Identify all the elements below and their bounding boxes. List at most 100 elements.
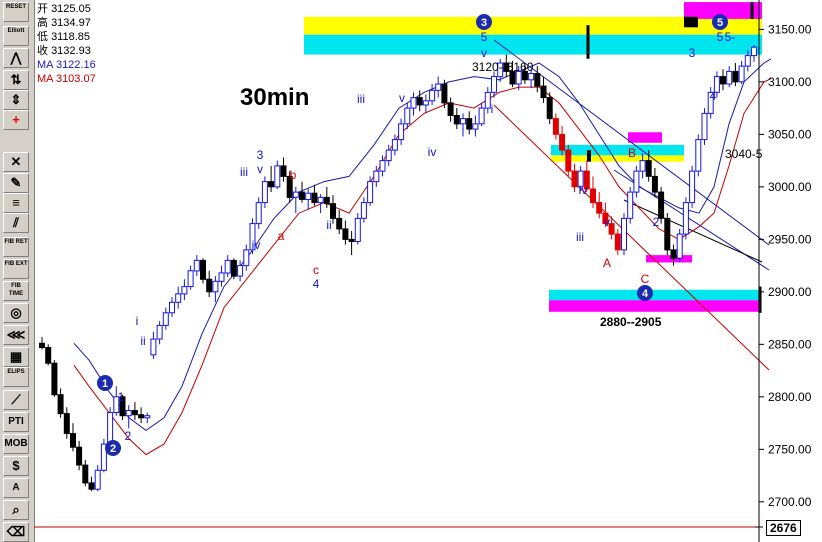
- wave-label: b: [290, 168, 297, 182]
- wave-label: 3: [257, 148, 264, 162]
- candle-up: [404, 107, 411, 125]
- wave-tool-button[interactable]: ⋀: [3, 48, 29, 68]
- wave-label: 4: [313, 277, 320, 291]
- fib-time-tool-button[interactable]: FIB TIME: [3, 281, 29, 301]
- last-price-label: 2676: [766, 520, 801, 536]
- candle-up: [367, 181, 374, 204]
- candle-up: [435, 83, 442, 91]
- candle-down: [268, 181, 275, 188]
- pti-tool-button[interactable]: PTI: [3, 412, 29, 432]
- candle-up: [627, 191, 634, 219]
- y-tick-label: 3050.00: [768, 127, 812, 141]
- candle-up: [218, 272, 225, 282]
- grid-icon: ▦: [9, 349, 23, 364]
- diagonal-tool-button[interactable]: ⟋: [3, 390, 29, 410]
- scale-tool-button[interactable]: ⇕: [3, 90, 29, 110]
- candle-up: [491, 76, 497, 93]
- wave-label: 5-: [725, 30, 736, 44]
- candle-down: [311, 192, 318, 204]
- candle-up: [478, 107, 485, 125]
- open-value: 3125.05: [51, 3, 91, 15]
- fan-tool-button[interactable]: ⋘: [3, 325, 29, 345]
- high-value: 3134.97: [51, 17, 91, 29]
- wave-label: ii: [326, 218, 331, 232]
- parallel-lines-tool-button[interactable]: ≡: [3, 193, 29, 213]
- arrows-tool-button[interactable]: ⇅: [3, 70, 29, 90]
- ellipse-tool-button[interactable]: ELIPS: [3, 367, 29, 387]
- fib-time-icon: FIB TIME: [8, 283, 24, 297]
- wave-label: ii: [140, 334, 145, 348]
- pti-icon: PTI: [8, 416, 24, 427]
- chart-title: 30min: [240, 84, 310, 111]
- wave-label: 1: [118, 390, 125, 404]
- elliott-tool-button[interactable]: Elliott: [3, 26, 29, 46]
- wave-label: iii: [240, 165, 248, 179]
- candle-down: [658, 191, 665, 219]
- eraser-tool-button[interactable]: ⌫: [3, 522, 29, 542]
- candle-up: [744, 55, 751, 67]
- fib-ret-tool-button[interactable]: FIB RET: [3, 237, 29, 257]
- wave-label: i: [136, 314, 139, 328]
- wave-label: 2: [125, 429, 132, 443]
- y-tick-label: 2900.00: [768, 285, 812, 299]
- trend-line: [493, 104, 770, 371]
- channel-tool-button[interactable]: ⫽: [3, 213, 29, 233]
- wave-label: iv: [252, 238, 261, 252]
- candle-down: [466, 118, 473, 130]
- mob-icon: MOB: [4, 438, 28, 449]
- wave-label: iii: [357, 92, 365, 106]
- candle-down: [416, 97, 423, 106]
- fib-ext-tool-button[interactable]: FIB EXT: [3, 259, 29, 279]
- reset-tool-button[interactable]: RESET: [3, 2, 29, 22]
- wave-label: v: [399, 91, 405, 105]
- candle-down: [447, 102, 454, 117]
- candle-up: [237, 265, 244, 277]
- candle-down: [732, 70, 739, 83]
- wave-label: iv: [579, 183, 588, 197]
- candle-up: [162, 312, 169, 326]
- zone-cyan: [549, 289, 759, 301]
- mob-tool-button[interactable]: MOB: [3, 434, 29, 454]
- candle-down: [342, 228, 349, 240]
- chart-area[interactable]: 3150.00 3100.00 3050.00 3000.00 2950.00 2900.…: [34, 0, 822, 542]
- close-row: 收 3132.93: [37, 45, 91, 57]
- candle-up: [633, 170, 640, 193]
- candle-down: [63, 413, 70, 435]
- zoom-tool-button[interactable]: ⌕: [3, 500, 29, 520]
- candle-up: [639, 160, 646, 172]
- grid-tool-button[interactable]: ▦: [3, 347, 29, 367]
- candle-down: [540, 85, 547, 99]
- candle-down: [596, 202, 603, 214]
- candle-up: [193, 259, 200, 272]
- candle-down: [45, 347, 52, 364]
- y-tick-label: 3150.00: [768, 22, 812, 36]
- pencil-tool-button[interactable]: ✎: [3, 173, 29, 193]
- close-tool-button[interactable]: ✕: [3, 152, 29, 172]
- y-tick-label: 2700.00: [768, 495, 812, 509]
- candle-up: [169, 301, 175, 314]
- text-tool-button[interactable]: A: [3, 478, 29, 498]
- candle-down: [70, 433, 76, 448]
- ellipse-icon: ELIPS: [7, 369, 25, 375]
- wave-label: a: [278, 229, 285, 243]
- high-row: 高 3134.97: [37, 17, 91, 29]
- candle-up: [224, 259, 231, 274]
- dollar-tool-button[interactable]: $: [3, 456, 29, 476]
- crosshair-tool-button[interactable]: +: [3, 110, 29, 130]
- candle-down: [720, 76, 726, 85]
- candle-down: [348, 238, 355, 242]
- candle-down: [441, 83, 448, 104]
- fib-circle-icon: ◎: [10, 305, 22, 320]
- candle-down: [330, 203, 336, 219]
- candlestick-chart[interactable]: 3150.00 3100.00 3050.00 3000.00 2950.00 2900.…: [34, 0, 822, 542]
- crosshair-icon: +: [12, 112, 20, 127]
- zone-magenta: [628, 132, 662, 143]
- candle-up: [379, 160, 386, 172]
- fib-circle-tool-button[interactable]: ◎: [3, 303, 29, 323]
- candle-down: [651, 175, 658, 193]
- candle-up: [156, 324, 163, 340]
- candle-down: [138, 414, 145, 419]
- wave-label: 4: [710, 89, 717, 103]
- wave-label: i: [491, 102, 494, 116]
- candle-up: [317, 196, 324, 204]
